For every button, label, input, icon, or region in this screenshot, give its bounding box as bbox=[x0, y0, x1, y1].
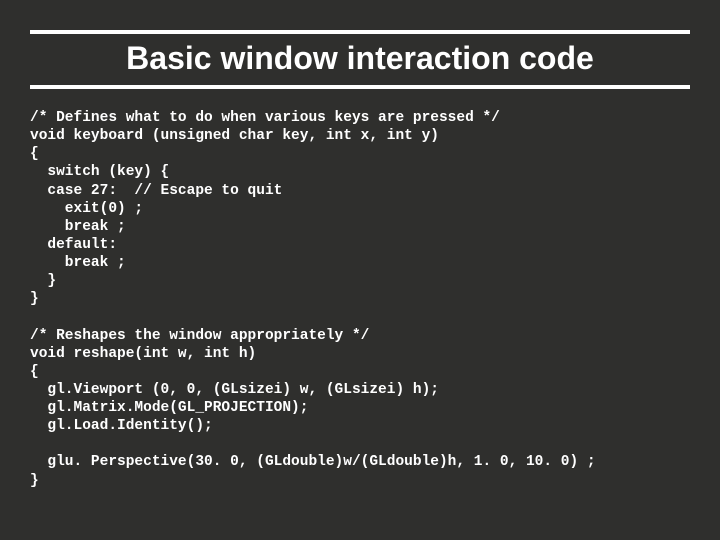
divider-bottom bbox=[30, 85, 690, 89]
title-block: Basic window interaction code bbox=[30, 30, 690, 89]
divider-top bbox=[30, 30, 690, 34]
slide: Basic window interaction code /* Defines… bbox=[0, 0, 720, 510]
slide-title: Basic window interaction code bbox=[30, 38, 690, 79]
code-block: /* Defines what to do when various keys … bbox=[30, 101, 690, 490]
